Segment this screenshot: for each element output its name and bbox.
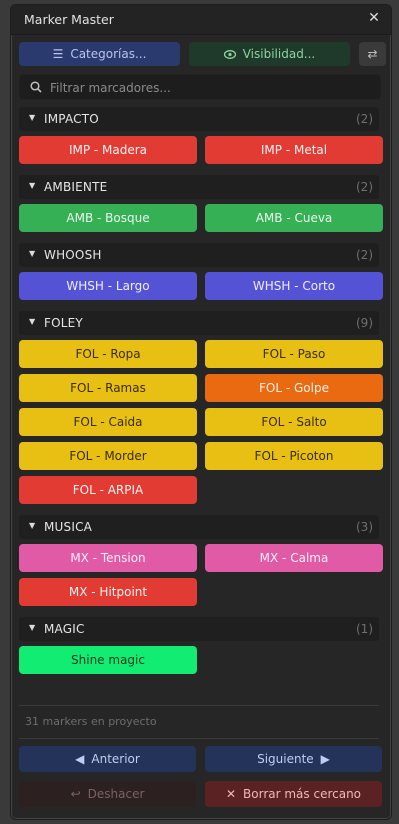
marker-button[interactable]: FOL - Picoton <box>205 442 383 470</box>
marker-count-text: 31 markers en proyecto <box>25 715 157 728</box>
triangle-left-icon: ◀ <box>75 752 85 766</box>
x-icon: ✕ <box>225 787 237 801</box>
category-name: AMBIENTE <box>44 180 108 194</box>
undo-label: Deshacer <box>87 787 145 801</box>
category-count: (3) <box>356 520 373 534</box>
menu-icon: ☰ <box>52 47 64 61</box>
swap-arrows-icon: ⇄ <box>367 47 378 61</box>
category-header-musica[interactable]: ▼ MUSICA (3) <box>19 515 379 539</box>
previous-label: Anterior <box>91 752 140 766</box>
marker-button[interactable]: FOL - Salto <box>205 408 383 436</box>
caret-down-icon: ▼ <box>29 623 36 632</box>
triangle-right-icon: ▶ <box>320 752 330 766</box>
marker-button[interactable]: FOL - Caida <box>19 408 197 436</box>
undo-button[interactable]: ↩ Deshacer <box>19 781 196 807</box>
category-header-foley[interactable]: ▼ FOLEY (9) <box>19 311 379 335</box>
marker-button[interactable]: AMB - Cueva <box>205 204 383 232</box>
category-header-magic[interactable]: ▼ MAGIC (1) <box>19 617 379 641</box>
search-input[interactable] <box>48 75 372 101</box>
marker-button[interactable]: AMB - Bosque <box>19 204 197 232</box>
divider <box>19 705 379 706</box>
visibility-label: Visibilidad... <box>242 47 316 61</box>
close-icon[interactable]: ✕ <box>366 10 382 26</box>
marker-list[interactable]: ▼ IMPACTO (2) IMP - Madera IMP - Metal ▼… <box>11 105 391 705</box>
marker-button[interactable]: FOL - Ropa <box>19 340 197 368</box>
marker-button[interactable]: FOL - Morder <box>19 442 197 470</box>
marker-button[interactable]: MX - Calma <box>205 544 383 572</box>
marker-button[interactable]: WHSH - Largo <box>19 272 197 300</box>
next-button[interactable]: Siguiente ▶ <box>205 746 382 772</box>
caret-down-icon: ▼ <box>29 113 36 122</box>
caret-down-icon: ▼ <box>29 249 36 258</box>
caret-down-icon: ▼ <box>29 521 36 530</box>
marker-button[interactable]: FOL - Ramas <box>19 374 197 402</box>
marker-button[interactable]: MX - Tension <box>19 544 197 572</box>
previous-button[interactable]: ◀ Anterior <box>19 746 196 772</box>
marker-button[interactable]: Shine magic <box>19 646 197 674</box>
category-count: (9) <box>356 316 373 330</box>
marker-button[interactable]: IMP - Madera <box>19 136 197 164</box>
delete-nearest-label: Borrar más cercano <box>243 787 362 801</box>
marker-button[interactable]: FOL - ARPIA <box>19 476 197 504</box>
category-count: (2) <box>356 112 373 126</box>
category-header-whoosh[interactable]: ▼ WHOOSH (2) <box>19 243 379 267</box>
delete-nearest-button[interactable]: ✕ Borrar más cercano <box>205 781 382 807</box>
category-name: MUSICA <box>44 520 93 534</box>
marker-button[interactable]: WHSH - Corto <box>205 272 383 300</box>
marker-button[interactable]: IMP - Metal <box>205 136 383 164</box>
next-label: Siguiente <box>257 752 314 766</box>
category-count: (1) <box>356 622 373 636</box>
category-header-impacto[interactable]: ▼ IMPACTO (2) <box>19 107 379 131</box>
divider <box>19 738 379 739</box>
search-icon <box>30 81 42 93</box>
marker-button[interactable]: FOL - Paso <box>205 340 383 368</box>
undo-icon: ↩ <box>70 787 81 801</box>
marker-master-window: Marker Master ✕ ☰ Categorías... Visibilid… <box>10 4 392 820</box>
marker-button[interactable]: FOL - Golpe <box>205 374 383 402</box>
category-name: FOLEY <box>44 316 83 330</box>
search-bar <box>19 74 381 101</box>
caret-down-icon: ▼ <box>29 317 36 326</box>
caret-down-icon: ▼ <box>29 181 36 190</box>
category-name: IMPACTO <box>44 112 99 126</box>
category-name: WHOOSH <box>44 248 102 262</box>
category-count: (2) <box>356 180 373 194</box>
visibility-button[interactable]: Visibilidad... <box>189 42 350 66</box>
category-count: (2) <box>356 248 373 262</box>
window-title: Marker Master <box>24 12 114 27</box>
categories-button[interactable]: ☰ Categorías... <box>19 42 180 66</box>
eye-icon <box>223 42 236 66</box>
category-name: MAGIC <box>44 622 85 636</box>
category-header-ambiente[interactable]: ▼ AMBIENTE (2) <box>19 175 379 199</box>
marker-button[interactable]: MX - Hitpoint <box>19 578 197 606</box>
title-bar[interactable]: Marker Master ✕ <box>11 5 391 35</box>
categories-label: Categorías... <box>70 47 147 61</box>
swap-button[interactable]: ⇄ <box>359 42 386 66</box>
